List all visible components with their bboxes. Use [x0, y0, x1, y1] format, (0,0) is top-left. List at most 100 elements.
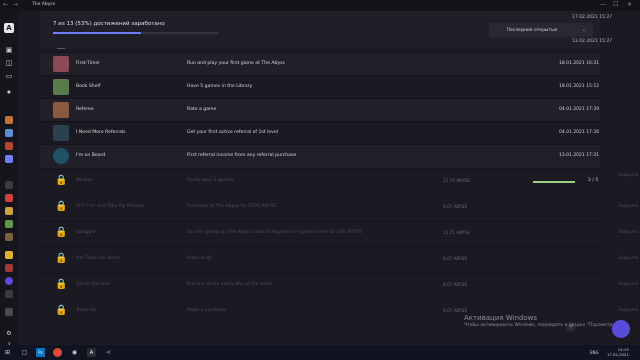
photoshop-icon[interactable]: Ps — [36, 348, 45, 357]
achievement-reward: 6.07 ABYSS — [443, 204, 468, 209]
achievement-reward: 6.07 ABYSS — [443, 282, 468, 287]
achievement-name: Her Tried Her Beer! — [76, 256, 121, 261]
achievement-date: 18.01.2021 15:12 — [559, 84, 600, 89]
achievement-status: Закрыто — [618, 282, 639, 287]
game-icon-1[interactable] — [5, 116, 13, 124]
game-icon-10[interactable] — [5, 251, 13, 259]
chrome-icon[interactable] — [53, 348, 62, 357]
achievement-desc: Go one giving on The Abyss (default Abys… — [187, 230, 362, 235]
lock-icon: 🔒 — [55, 279, 68, 290]
minimize-button[interactable]: — — [600, 1, 606, 8]
partial-row — [40, 38, 600, 51]
lock-icon: 🔒 — [55, 305, 68, 316]
achievement-status: Закрыто — [618, 204, 639, 209]
forward-icon[interactable]: → — [13, 1, 18, 8]
achievement-desc: Run and play your first game at The Abys… — [187, 61, 285, 66]
achievement-reward: 6.07 ABYSS — [443, 256, 468, 261]
close-button[interactable]: ✕ — [627, 1, 632, 8]
achievement-date: 18.01.2021 16:21 — [559, 61, 600, 66]
lock-icon: 🔒 — [55, 253, 68, 264]
clock[interactable]: 14:15 17.02.2021 — [607, 347, 629, 357]
achievement-date: 04.01.2021 17:29 — [559, 107, 600, 112]
achievement-desc: Get your first active referral of 1st le… — [187, 130, 278, 135]
achievement-reward: 11.71 ABYSS — [443, 230, 470, 235]
lock-icon: 🔒 — [55, 175, 68, 186]
abyss-app-icon[interactable]: A — [87, 348, 96, 357]
locked-achievement-row[interactable]: 🔒 Swagger Go one giving on The Abyss (de… — [40, 221, 638, 245]
achievement-date: 13.01.2021 17:21 — [559, 153, 600, 158]
progress-fill — [533, 181, 575, 183]
abyss-logo-icon[interactable]: A — [4, 23, 14, 33]
activation-watermark-text: Чтобы активировать Windows, перейдите в … — [464, 323, 620, 328]
achievement-status: Закрыто — [618, 230, 639, 235]
settings-icon[interactable]: ⚙ — [4, 328, 14, 338]
windows-start-icon[interactable]: ⊞ — [3, 348, 12, 357]
locked-achievement-row[interactable]: 🔒 Game Rambler Run the game every day of… — [40, 273, 638, 297]
achievement-row[interactable]: First-Timer Run and play your first game… — [40, 52, 600, 76]
game-icon-7[interactable] — [5, 207, 13, 215]
header-date-1: 17.02.2021 15:27 — [572, 15, 613, 20]
achievement-progress-count: 2 / 5 — [588, 178, 599, 183]
achievement-desc: Rate on all — [187, 256, 212, 261]
achievement-icon — [53, 125, 69, 141]
achievements-summary: 7 из 13 (53%) достижений заработано — [53, 21, 165, 27]
achievement-name: Swagger — [76, 230, 97, 235]
achievement-row[interactable]: I Need More Referrals Get your first act… — [40, 121, 600, 145]
game-icon-4[interactable] — [5, 155, 13, 163]
achievement-progress-bar — [533, 181, 575, 183]
sidebar: A ▣ ◫ ▭ ● ⚙ ? — [0, 11, 18, 349]
chevron-down-icon: ⌄ — [581, 27, 586, 33]
achievement-reward: 11.76 ABYSS — [443, 178, 470, 183]
achievement-row[interactable]: Book Shelf Have 5 games in the Library 1… — [40, 75, 600, 99]
achievement-name: AnT *rn* and Take My Money! — [76, 204, 145, 209]
locked-achievement-row[interactable]: 🔒 Noobie Really play 2 games 11.76 ABYSS… — [40, 169, 638, 193]
game-icon-5[interactable] — [5, 181, 13, 189]
back-icon[interactable]: ← — [3, 1, 8, 8]
achievement-status: Закрыто — [618, 308, 639, 313]
clock-date: 17.02.2021 — [607, 351, 629, 357]
achievement-name: I'm on Board — [76, 153, 106, 158]
achievement-status: Закрыто — [618, 256, 639, 261]
maximize-button[interactable]: ☐ — [613, 1, 618, 8]
monitor-icon[interactable]: ▭ — [4, 71, 14, 81]
language-indicator[interactable]: ENG — [590, 350, 599, 355]
game-icon-11[interactable] — [5, 264, 13, 272]
sort-label: Последние открытые — [506, 27, 558, 33]
taskbar: ⊞ ▢ Ps ◉ A ≺ ENG 14:15 17.02.2021 — [0, 345, 640, 360]
locked-achievement-row[interactable]: 🔒 AnT *rn* and Take My Money! Purchase a… — [40, 195, 638, 219]
divider — [57, 48, 65, 49]
achievement-row[interactable]: I'm on Board First referral income from … — [40, 144, 600, 168]
game-icon-3[interactable] — [5, 142, 13, 150]
achievement-name: Referee — [76, 107, 94, 112]
lock-icon: 🔒 — [55, 227, 68, 238]
achievement-icon — [53, 79, 69, 95]
game-icon-8[interactable] — [5, 220, 13, 228]
store-icon[interactable]: ▣ — [4, 45, 14, 55]
achievement-name: Trade Up — [76, 308, 97, 313]
game-icon-14[interactable] — [5, 308, 13, 316]
achievement-row[interactable]: Referee Rate a game 04.01.2021 17:29 — [40, 98, 600, 122]
sort-dropdown[interactable]: Последние открытые ⌄ — [489, 23, 593, 37]
achievement-name: Game Rambler — [76, 282, 111, 287]
game-icon-12[interactable] — [5, 277, 13, 285]
vscode-icon[interactable]: ≺ — [104, 348, 113, 357]
locked-achievement-row[interactable]: 🔒 Her Tried Her Beer! Rate on all 6.07 A… — [40, 247, 638, 271]
achievement-date: 04.01.2021 17:26 — [559, 130, 600, 135]
library-icon[interactable]: ◫ — [4, 58, 14, 68]
game-icon-2[interactable] — [5, 129, 13, 137]
achievement-icon — [53, 148, 69, 164]
game-icon-9[interactable] — [5, 233, 13, 241]
game-icon-6[interactable] — [5, 194, 13, 202]
achievement-name: Book Shelf — [76, 84, 101, 89]
avatar[interactable] — [612, 320, 630, 338]
steam-icon[interactable]: ◉ — [70, 348, 79, 357]
title-bar: ← → The Abyss — ☐ ✕ — [0, 0, 640, 11]
window-title: The Abyss — [32, 2, 56, 7]
achievement-desc: Purchase at The Abyss for 1000 ABYSS — [187, 204, 277, 209]
achievement-desc: Make a purchase — [187, 308, 226, 313]
achievement-name: Noobie — [76, 178, 93, 183]
achievement-desc: Run the game every day of the week — [187, 282, 273, 287]
file-explorer-icon[interactable]: ▢ — [20, 348, 29, 357]
game-icon-13[interactable] — [5, 290, 13, 298]
dot-icon: ● — [7, 88, 11, 94]
